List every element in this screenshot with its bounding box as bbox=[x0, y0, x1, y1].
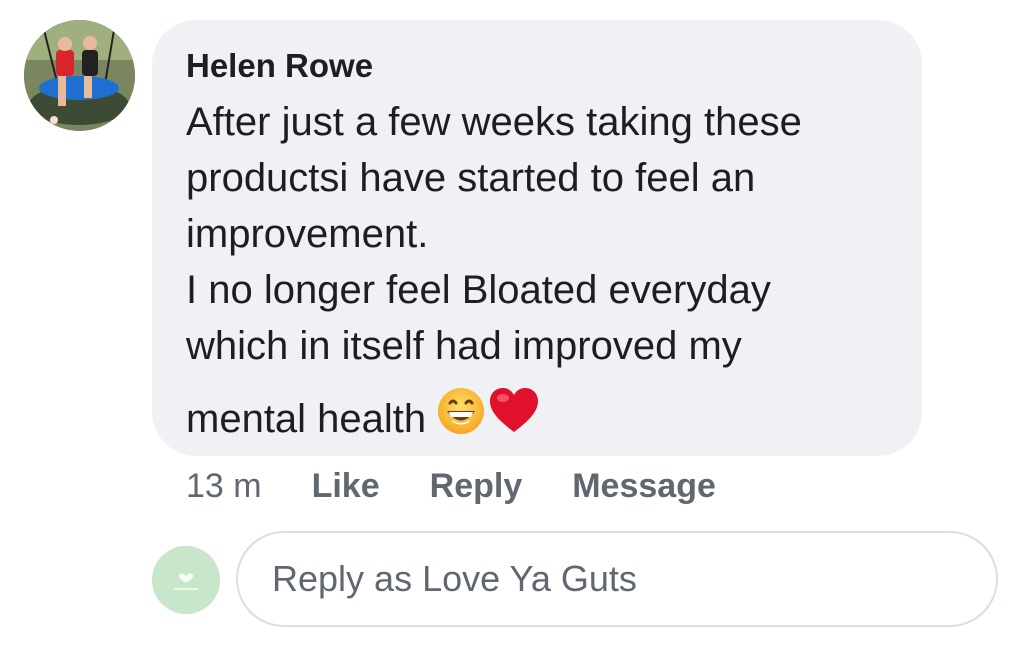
red-heart-icon bbox=[488, 386, 540, 451]
like-button[interactable]: Like bbox=[312, 467, 380, 506]
reply-button[interactable]: Reply bbox=[430, 467, 523, 506]
comment-author[interactable]: Helen Rowe bbox=[186, 46, 892, 86]
author-avatar[interactable] bbox=[24, 20, 135, 131]
page-logo-icon bbox=[152, 546, 220, 614]
comment-text-line: I no longer feel Bloated everyday bbox=[186, 268, 771, 312]
reply-input[interactable] bbox=[270, 557, 974, 601]
comment-text-line: which in itself had improved my bbox=[186, 324, 742, 368]
avatar-photo bbox=[24, 20, 135, 131]
comment-actions: 13 m Like Reply Message bbox=[186, 464, 766, 508]
comment-text-line: improvement. bbox=[186, 212, 429, 256]
comment-text-line: mental health bbox=[186, 396, 427, 441]
comment-text-line-last: mental health bbox=[186, 386, 892, 451]
message-button[interactable]: Message bbox=[572, 467, 716, 506]
page-avatar[interactable] bbox=[152, 546, 220, 614]
comment-text-line: productsi have started to feel an bbox=[186, 156, 756, 200]
comment-thread: Helen Rowe After just a few weeks taking… bbox=[0, 0, 1024, 652]
comment-text-line: After just a few weeks taking these bbox=[186, 100, 802, 144]
reply-input-container[interactable] bbox=[236, 531, 998, 627]
comment-bubble: Helen Rowe After just a few weeks taking… bbox=[152, 20, 922, 456]
grinning-face-icon bbox=[436, 386, 486, 451]
comment-timestamp: 13 m bbox=[186, 466, 262, 505]
